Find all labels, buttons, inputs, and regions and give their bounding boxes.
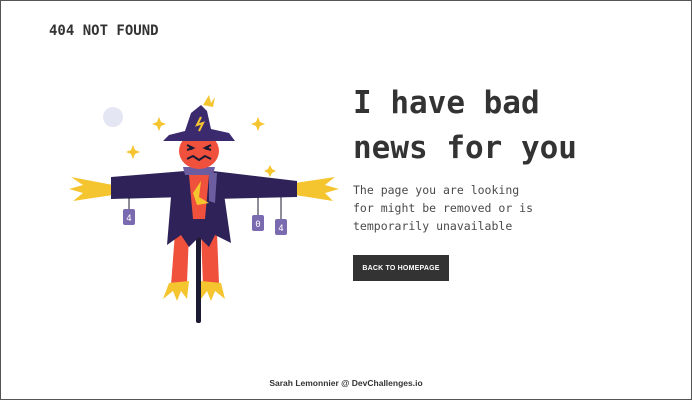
right-straw-hand bbox=[295, 177, 339, 201]
scarecrow-illustration: 4 0 4 bbox=[63, 93, 345, 329]
sparkle-icon bbox=[126, 145, 140, 159]
tag-text: 4 bbox=[126, 214, 131, 224]
error-message: The page you are looking for might be re… bbox=[353, 181, 553, 235]
right-foot-straw bbox=[201, 281, 225, 301]
left-straw-hand bbox=[69, 177, 113, 201]
message-line-1: The page you are looking bbox=[353, 183, 520, 197]
footer-credit: Sarah Lemonnier @ DevChallenges.io bbox=[269, 378, 423, 388]
message-line-2: for might be removed or is bbox=[353, 201, 534, 215]
moon-shape bbox=[103, 107, 123, 127]
message-line-3: temporarily unavailable bbox=[353, 219, 513, 233]
back-to-homepage-button[interactable]: BACK TO HOMEPAGE bbox=[353, 255, 449, 281]
headline-line-1: I have bad bbox=[353, 85, 540, 121]
hat-straw bbox=[203, 95, 215, 107]
sparkle-icon bbox=[152, 117, 166, 131]
tag-text: 4 bbox=[278, 224, 283, 234]
sparkle-icon bbox=[264, 165, 276, 177]
headline-line-2: news for you bbox=[353, 130, 577, 166]
site-logo: 404 NOT FOUND bbox=[49, 23, 159, 39]
page-headline: I have bad news for you bbox=[353, 81, 683, 171]
right-arm-coat bbox=[213, 171, 297, 199]
tag-text: 0 bbox=[255, 220, 260, 230]
sparkle-icon bbox=[251, 117, 265, 131]
left-foot-straw bbox=[163, 281, 189, 301]
scarecrow-svg: 4 0 4 bbox=[69, 95, 339, 323]
